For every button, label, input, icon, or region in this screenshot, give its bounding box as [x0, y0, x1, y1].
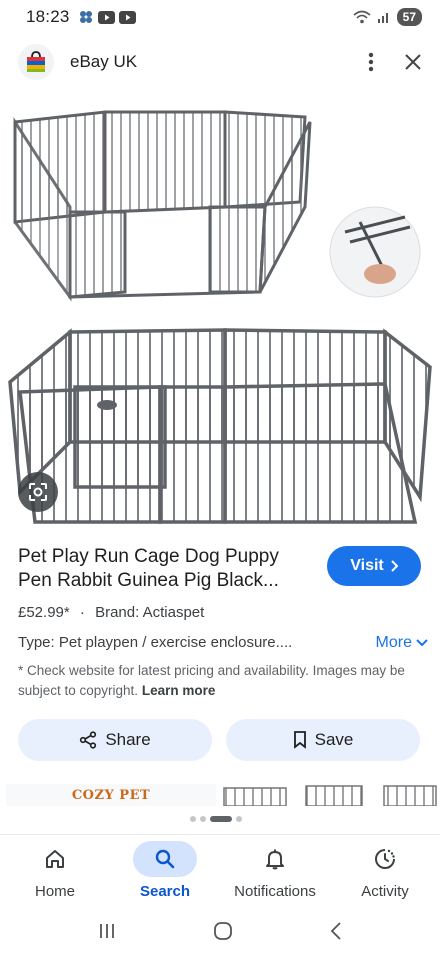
- home-circle-icon[interactable]: [212, 920, 234, 942]
- related-images-carousel[interactable]: COZY PET: [0, 784, 440, 806]
- bookmark-icon: [293, 731, 306, 749]
- share-label: Share: [105, 730, 151, 749]
- signal-icon: [377, 13, 388, 23]
- nav-icon-container: [353, 841, 417, 877]
- battery-indicator: 57: [396, 8, 422, 26]
- more-button[interactable]: More: [376, 634, 428, 652]
- nav-activity[interactable]: Activity: [330, 835, 440, 906]
- search-icon: [155, 849, 175, 869]
- product-title[interactable]: Pet Play Run Cage Dog Puppy Pen Rabbit G…: [18, 545, 313, 593]
- brand: Brand: Actiaspet: [95, 604, 205, 621]
- share-button[interactable]: Share: [18, 719, 212, 761]
- close-icon[interactable]: [404, 53, 422, 71]
- bell-icon: [266, 849, 284, 870]
- carousel-dot: [236, 816, 242, 822]
- nav-icon-container: [133, 841, 197, 877]
- separator: ·: [79, 604, 85, 621]
- more-vert-icon[interactable]: [368, 52, 374, 72]
- page-header: eBay UK: [0, 40, 440, 84]
- system-status-icons: 57: [353, 8, 422, 26]
- site-name[interactable]: eBay UK: [70, 52, 137, 72]
- home-icon: [46, 850, 64, 868]
- nav-label: Activity: [361, 883, 409, 900]
- back-icon[interactable]: [329, 921, 343, 941]
- playpen-thumb-image: [223, 785, 437, 806]
- learn-more-link[interactable]: Learn more: [142, 683, 216, 698]
- playpen-image: [8, 110, 432, 524]
- visit-label: Visit: [350, 557, 384, 574]
- nav-icon-container: [243, 841, 307, 877]
- status-time: 18:23: [26, 7, 70, 26]
- youtube-icon: [118, 10, 136, 24]
- activity-icon: [375, 849, 395, 869]
- playpen-bottom: [8, 328, 432, 524]
- nav-icon-container: [23, 841, 87, 877]
- lens-button[interactable]: [18, 472, 58, 512]
- header-actions: [368, 52, 422, 72]
- visit-button[interactable]: Visit: [327, 546, 421, 586]
- pinwheel-icon: [79, 11, 92, 23]
- price: £52.99*: [18, 604, 70, 621]
- product-type: Type: Pet playpen / exercise enclosure..…: [18, 634, 293, 651]
- ebay-bag-icon: [27, 51, 45, 72]
- carousel-indicator: [190, 816, 242, 822]
- save-button[interactable]: Save: [226, 719, 420, 761]
- price-row: £52.99* · Brand: Actiaspet: [18, 604, 204, 621]
- carousel-dot-active: [210, 816, 232, 822]
- lens-icon: [29, 483, 47, 501]
- nav-search[interactable]: Search: [110, 835, 220, 906]
- more-label: More: [375, 634, 412, 651]
- status-bar: 18:23 57: [0, 0, 440, 34]
- chevron-down-icon: [416, 639, 428, 647]
- nav-home[interactable]: Home: [0, 835, 110, 906]
- cozy-pet-logo-text: COZY PET: [71, 787, 151, 803]
- system-navigation-bar: [0, 906, 440, 955]
- nav-notifications[interactable]: Notifications: [220, 835, 330, 906]
- playpen-top: [13, 110, 312, 302]
- chevron-right-icon: [391, 560, 398, 572]
- type-row: Type: Pet playpen / exercise enclosure..…: [18, 634, 428, 652]
- nav-label: Home: [34, 883, 75, 900]
- save-label: Save: [314, 730, 354, 749]
- related-thumb-2[interactable]: [222, 784, 440, 806]
- carousel-dot: [200, 816, 206, 822]
- wifi-icon: [353, 10, 371, 24]
- carousel-dot: [190, 816, 196, 822]
- disclaimer: * Check website for latest pricing and a…: [18, 661, 423, 701]
- site-logo[interactable]: [18, 44, 54, 80]
- bottom-navigation: Home Search Notifications Activity: [0, 834, 440, 906]
- nav-label: Notifications: [234, 883, 316, 900]
- share-icon: [80, 731, 97, 749]
- youtube-icon: [97, 10, 115, 24]
- notification-icons: [78, 9, 136, 25]
- nav-label: Search: [139, 883, 191, 900]
- related-thumb-1[interactable]: COZY PET: [6, 784, 216, 806]
- product-image[interactable]: [0, 92, 440, 532]
- recents-icon[interactable]: [97, 922, 117, 940]
